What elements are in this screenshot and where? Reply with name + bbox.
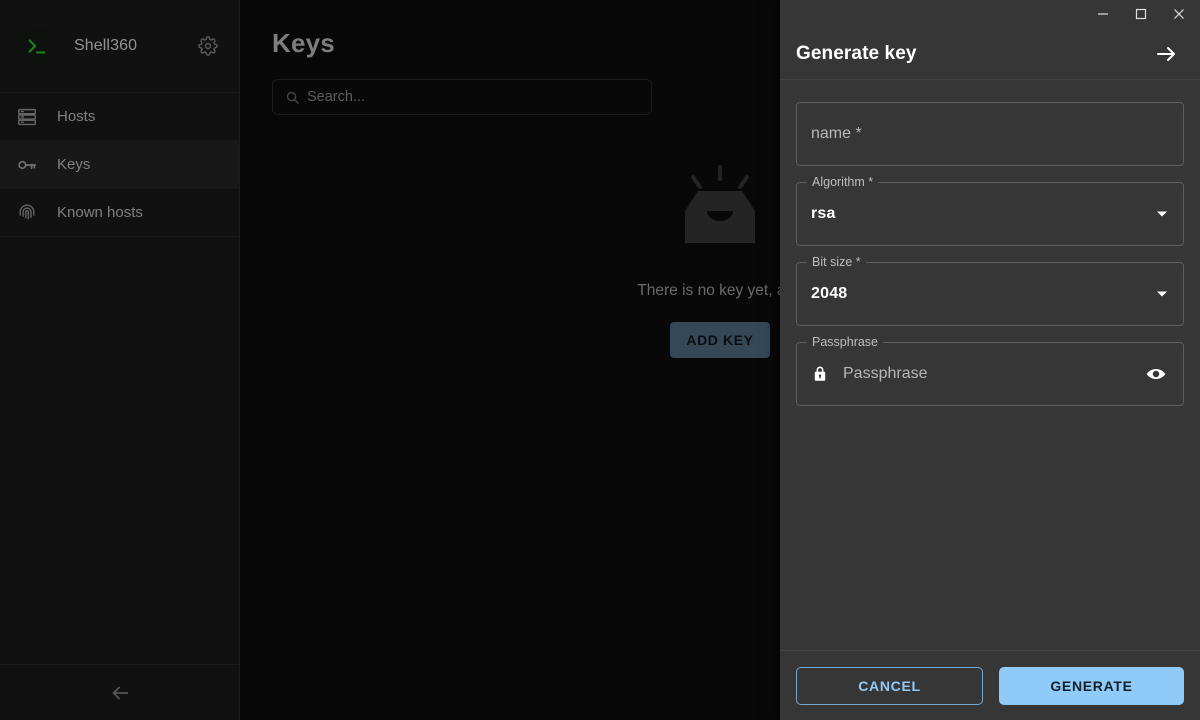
passphrase-label: Passphrase <box>807 335 884 350</box>
eye-icon[interactable] <box>1143 361 1169 387</box>
drawer-footer: CANCEL GENERATE <box>780 650 1200 720</box>
generate-key-drawer: Generate key name * Algorithm * rsa Bit … <box>780 0 1200 720</box>
key-icon <box>16 153 44 177</box>
terminal-prompt-icon <box>18 27 56 65</box>
search-input[interactable]: Search... <box>272 79 652 115</box>
empty-state-message: There is no key yet, add <box>637 282 803 299</box>
empty-inbox-icon <box>674 165 766 256</box>
chevron-down-icon <box>1157 291 1167 297</box>
search-placeholder: Search... <box>307 89 366 105</box>
algorithm-value: rsa <box>811 205 836 222</box>
chevron-down-icon <box>1157 211 1167 217</box>
sidebar-item-label: Hosts <box>57 108 96 125</box>
search-icon <box>285 90 300 105</box>
gear-icon[interactable] <box>193 31 223 61</box>
sidebar-item-label: Keys <box>57 156 91 173</box>
bit-size-value: 2048 <box>811 285 848 302</box>
server-icon <box>16 105 44 129</box>
sidebar-item-hosts[interactable]: Hosts <box>0 93 239 141</box>
lock-icon <box>811 365 829 383</box>
passphrase-field[interactable]: Passphrase Passphrase <box>796 335 1184 406</box>
sidebar-footer <box>0 664 239 720</box>
bit-size-select[interactable]: Bit size * 2048 <box>796 255 1184 326</box>
bit-size-label: Bit size * <box>807 255 866 270</box>
add-key-button[interactable]: ADD KEY <box>670 322 770 358</box>
drawer-header: Generate key <box>780 28 1200 80</box>
drawer-title: Generate key <box>796 42 917 64</box>
arrow-right-icon[interactable] <box>1150 38 1182 70</box>
key-name-field[interactable]: name * <box>796 102 1184 166</box>
algorithm-label: Algorithm * <box>807 175 879 190</box>
generate-button[interactable]: GENERATE <box>999 666 1184 705</box>
sidebar-item-label: Known hosts <box>57 204 143 221</box>
passphrase-placeholder: Passphrase <box>843 365 928 382</box>
arrow-left-icon[interactable] <box>100 673 140 713</box>
key-name-placeholder: name * <box>811 125 862 142</box>
maximize-icon[interactable] <box>1122 0 1160 28</box>
close-icon[interactable] <box>1160 0 1198 28</box>
window-titlebar <box>780 0 1200 28</box>
algorithm-select[interactable]: Algorithm * rsa <box>796 175 1184 246</box>
minimize-icon[interactable] <box>1084 0 1122 28</box>
sidebar-item-known-hosts[interactable]: Known hosts <box>0 189 239 237</box>
brand-header: Shell360 <box>0 0 239 93</box>
brand-name: Shell360 <box>74 37 138 54</box>
sidebar: Shell360 Hosts Keys Known hosts <box>0 0 240 720</box>
sidebar-nav: Hosts Keys Known hosts <box>0 93 239 237</box>
fingerprint-icon <box>16 201 44 225</box>
drawer-body: name * Algorithm * rsa Bit size * 2048 P… <box>780 80 1200 650</box>
app-window: Shell360 Hosts Keys Known hosts Keys Sea… <box>0 0 1200 720</box>
sidebar-item-keys[interactable]: Keys <box>0 141 239 189</box>
cancel-button[interactable]: CANCEL <box>796 666 983 705</box>
